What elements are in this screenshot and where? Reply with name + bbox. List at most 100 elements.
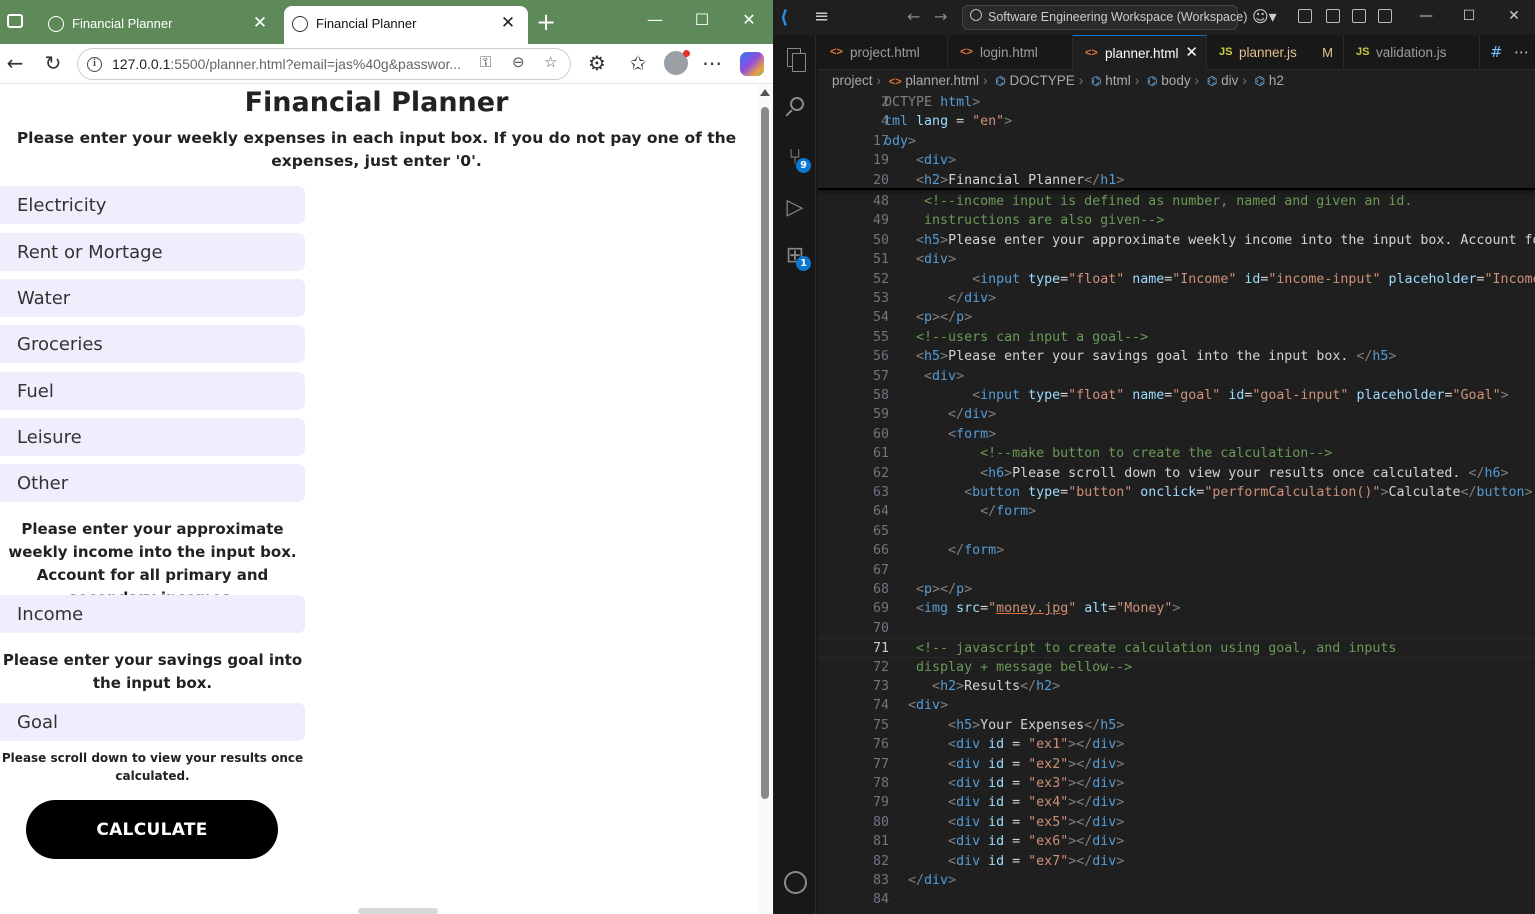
url-text[interactable]: 127.0.0.1:5500/planner.html?email=jas%40…	[112, 56, 461, 72]
code-line[interactable]: 17 ody>	[818, 132, 1535, 151]
extensions-view-icon[interactable]: ⊞ 1	[780, 241, 811, 271]
breadcrumb-item[interactable]: DOCTYPE	[1009, 73, 1074, 88]
code-line[interactable]: 58 <input type="float" name="goal" id="g…	[818, 386, 1535, 405]
extensions-icon[interactable]: ⚙	[584, 50, 610, 76]
groceries-input[interactable]	[0, 325, 305, 363]
code-line[interactable]: 61 <!--make button to create the calcula…	[818, 444, 1535, 463]
maximize-icon[interactable]: ☐	[687, 10, 717, 29]
code-line[interactable]: 52 <input type="float" name="Income" id=…	[818, 270, 1535, 289]
code-line[interactable]: 48 <!--income input is defined as number…	[818, 192, 1535, 211]
code-line[interactable]: 68 <p></p>	[818, 580, 1535, 599]
breadcrumb-item[interactable]: div	[1221, 73, 1238, 88]
code-line[interactable]: 19 <div>	[818, 151, 1535, 170]
editor-tab-project-html[interactable]: <> project.html	[818, 35, 948, 70]
code-line[interactable]: 64 </form>	[818, 502, 1535, 521]
code-line[interactable]: 62 <h6>Please scroll down to view your r…	[818, 464, 1535, 483]
code-line[interactable]: 4 tml lang = "en">	[818, 112, 1535, 131]
toggle-panel-icon[interactable]	[1352, 9, 1366, 23]
command-center[interactable]: Software Engineering Workspace (Workspac…	[962, 5, 1247, 30]
water-input[interactable]	[0, 279, 305, 317]
menu-icon[interactable]: ≡	[814, 6, 829, 27]
source-control-icon[interactable]: ⑂ 9	[780, 143, 811, 173]
refresh-icon[interactable]: ↻	[40, 50, 66, 76]
code-line[interactable]: 66 </form>	[818, 541, 1535, 560]
code-line[interactable]: 56 <h5>Please enter your savings goal in…	[818, 347, 1535, 366]
zoom-icon[interactable]: ⊖	[512, 53, 525, 71]
breadcrumb-item[interactable]: project	[832, 73, 873, 88]
code-line[interactable]: 2 OCTYPE html>	[818, 93, 1535, 112]
vscode-minimize-icon[interactable]: —	[1411, 8, 1441, 24]
code-line[interactable]: 82 <div id = "ex7"></div>	[818, 852, 1535, 871]
code-line[interactable]: 57 <div>	[818, 367, 1535, 386]
new-tab-icon[interactable]: +	[536, 9, 556, 35]
income-input[interactable]	[0, 595, 305, 633]
code-line[interactable]: 73 <h2>Results</h2>	[818, 677, 1535, 696]
fuel-input[interactable]	[0, 372, 305, 410]
electricity-input[interactable]	[0, 186, 305, 224]
close-tab-icon[interactable]: ✕	[498, 13, 518, 33]
editor-more-actions-icon[interactable]: ⋯	[1514, 43, 1529, 61]
editor-tab-planner-html[interactable]: <> planner.html ✕	[1073, 35, 1207, 70]
favorites-icon[interactable]: ✩	[625, 50, 651, 76]
nav-forward-icon[interactable]: →	[934, 7, 947, 26]
goal-input[interactable]	[0, 703, 305, 741]
breadcrumb-item[interactable]: body	[1161, 73, 1190, 88]
code-line[interactable]: 53 </div>	[818, 289, 1535, 308]
close-tab-icon[interactable]: ✕	[250, 13, 270, 33]
nav-back-icon[interactable]: ←	[907, 7, 920, 26]
close-editor-icon[interactable]: ✕	[1185, 43, 1198, 61]
code-line[interactable]: 65	[818, 522, 1535, 541]
toggle-secondary-sidebar-icon[interactable]	[1378, 9, 1392, 23]
code-line[interactable]: 83 </div>	[818, 871, 1535, 890]
run-debug-icon[interactable]: ▷	[780, 193, 810, 223]
browser-tab-2[interactable]: Financial Planner ✕	[284, 6, 528, 44]
more-menu-icon[interactable]: ⋯	[699, 50, 725, 76]
tab-actions-icon[interactable]	[7, 14, 23, 28]
customize-layout-icon[interactable]	[1298, 9, 1312, 23]
copilot-chat-icon[interactable]: ☺▾	[1252, 7, 1277, 26]
search-view-icon[interactable]	[780, 93, 810, 123]
copilot-icon[interactable]	[740, 52, 764, 76]
breadcrumb-item[interactable]: html	[1105, 73, 1131, 88]
account-icon[interactable]	[780, 868, 810, 898]
code-line[interactable]: 80 <div id = "ex5"></div>	[818, 813, 1535, 832]
code-line[interactable]: 84	[818, 890, 1535, 909]
browser-tab-1[interactable]: Financial Planner ✕	[40, 6, 280, 44]
editor-tab-login-html[interactable]: <> login.html	[948, 35, 1073, 70]
code-line[interactable]: 55 <!--users can input a goal-->	[818, 328, 1535, 347]
scroll-up-icon[interactable]	[760, 89, 770, 96]
site-info-icon[interactable]: i	[87, 57, 102, 72]
code-line[interactable]: 81 <div id = "ex6"></div>	[818, 832, 1535, 851]
calculate-button[interactable]: CALCULATE	[26, 800, 278, 859]
code-line[interactable]: 49 instructions are also given-->	[818, 211, 1535, 230]
rent-input[interactable]	[0, 233, 305, 271]
code-line[interactable]: 67	[818, 561, 1535, 580]
code-line[interactable]: 77 <div id = "ex2"></div>	[818, 755, 1535, 774]
breadcrumb-item[interactable]: h2	[1269, 73, 1284, 88]
scroll-thumb[interactable]	[761, 107, 769, 799]
code-line[interactable]: 60 <form>	[818, 425, 1535, 444]
code-line[interactable]: 76 <div id = "ex1"></div>	[818, 735, 1535, 754]
code-line[interactable]: 69 <img src="money.jpg" alt="Money">	[818, 599, 1535, 618]
editor-tab-planner-js[interactable]: JS planner.js M	[1207, 35, 1344, 70]
toggle-sidebar-icon[interactable]	[1326, 9, 1340, 23]
code-line[interactable]: 70	[818, 619, 1535, 638]
code-line[interactable]: 78 <div id = "ex3"></div>	[818, 774, 1535, 793]
css-file-icon[interactable]: #	[1490, 43, 1503, 61]
window-close-icon[interactable]: ✕	[734, 10, 764, 29]
page-scrollbar[interactable]	[757, 85, 773, 914]
back-icon[interactable]: ←	[2, 50, 28, 76]
leisure-input[interactable]	[0, 418, 305, 456]
vscode-close-icon[interactable]: ✕	[1499, 8, 1529, 24]
code-editor[interactable]: 2 OCTYPE html> 4 tml lang = "en"> 17 ody> 1…	[818, 93, 1535, 914]
code-line[interactable]: 50 <h5>Please enter your approximate wee…	[818, 231, 1535, 250]
code-line[interactable]: 79 <div id = "ex4"></div>	[818, 793, 1535, 812]
code-line[interactable]: 63 <button type="button" onclick="perfor…	[818, 483, 1535, 502]
editor-tab-validation-js[interactable]: JS validation.js	[1344, 35, 1480, 70]
code-line[interactable]: 59 </div>	[818, 405, 1535, 424]
code-line[interactable]: 54 <p></p>	[818, 308, 1535, 327]
favorite-star-icon[interactable]: ☆	[544, 53, 557, 71]
address-bar[interactable]: i 127.0.0.1:5500/planner.html?email=jas%…	[77, 48, 571, 80]
vscode-maximize-icon[interactable]: ☐	[1454, 8, 1484, 24]
code-line[interactable]: 72 display + message bellow-->	[818, 658, 1535, 677]
